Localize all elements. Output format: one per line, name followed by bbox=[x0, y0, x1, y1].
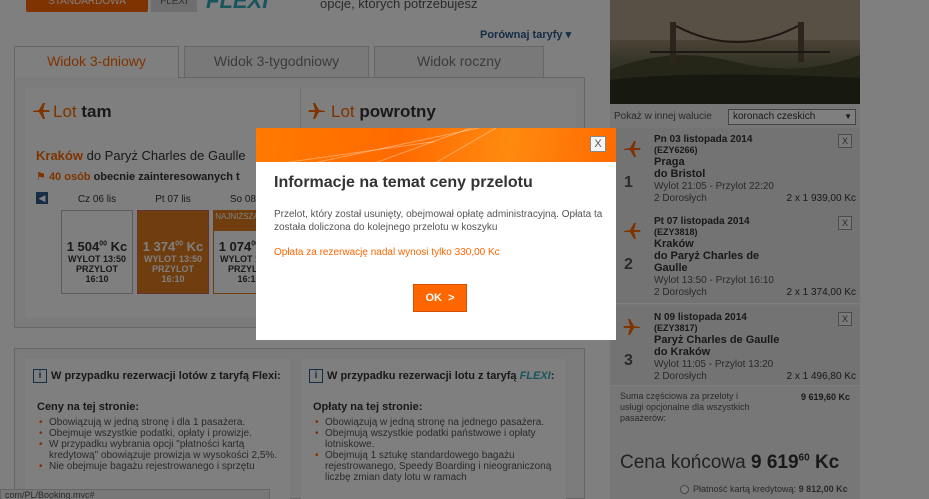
booking-page: STANDARDOWA FLEXI FLEXI opcje, których p… bbox=[0, 0, 929, 499]
chevron-right-icon: > bbox=[445, 292, 455, 304]
close-dialog-button[interactable]: X bbox=[590, 136, 606, 152]
dialog-header: X bbox=[256, 128, 616, 162]
dialog-fee-note: Opłata za rezerwację nadal wynosi tylko … bbox=[274, 247, 500, 258]
dialog-message: Przelot, który został usunięty, obejmowa… bbox=[274, 209, 603, 233]
price-info-dialog: X Informacje na temat ceny przelotu Prze… bbox=[256, 128, 616, 340]
ok-button[interactable]: OK > bbox=[413, 284, 467, 312]
dialog-title: Informacje na temat ceny przelotu bbox=[274, 174, 533, 191]
